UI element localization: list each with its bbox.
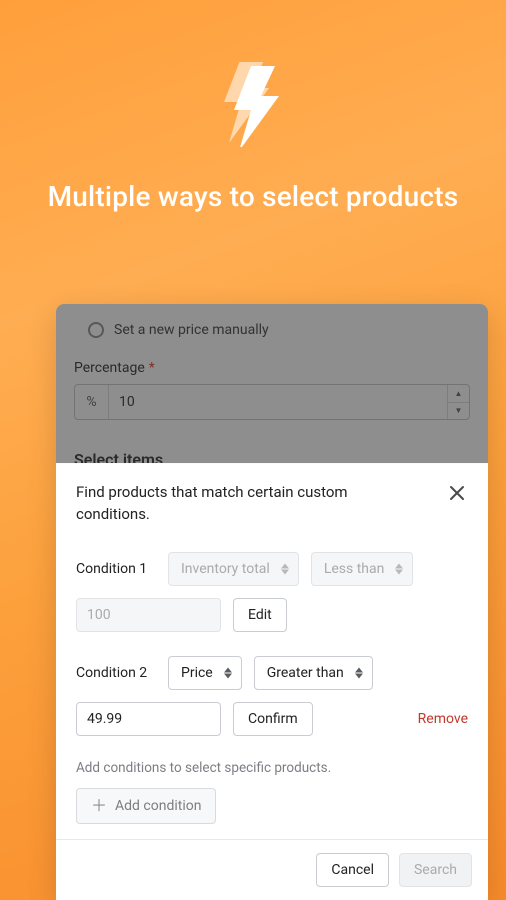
condition-2-operator-select[interactable]: Greater than <box>254 656 373 690</box>
condition-2-label: Condition 2 <box>76 665 156 681</box>
condition-2-confirm-button[interactable]: Confirm <box>233 702 313 736</box>
hero-lightning-icon <box>20 62 486 147</box>
conditions-modal: Find products that match certain custom … <box>56 463 488 900</box>
condition-2-field-select[interactable]: Price <box>168 656 242 690</box>
select-caret-icon <box>395 563 403 574</box>
hero-title: Multiple ways to select products <box>20 179 486 215</box>
modal-title: Find products that match certain custom … <box>76 482 390 526</box>
condition-1-field-select: Inventory total <box>168 552 299 586</box>
conditions-helper-text: Add conditions to select specific produc… <box>76 760 468 776</box>
condition-1-value: 100 <box>87 607 111 623</box>
cancel-button[interactable]: Cancel <box>316 853 389 887</box>
close-icon <box>448 484 466 502</box>
select-caret-icon <box>224 667 232 678</box>
condition-2-remove-link[interactable]: Remove <box>418 711 468 727</box>
close-button[interactable] <box>446 482 468 508</box>
condition-2-value: 49.99 <box>87 711 122 727</box>
condition-1-operator-value: Less than <box>324 561 385 577</box>
condition-1-value-input: 100 <box>76 598 221 632</box>
condition-2-value-input[interactable]: 49.99 <box>76 702 221 736</box>
select-caret-icon <box>281 563 289 574</box>
search-button[interactable]: Search <box>399 853 472 887</box>
condition-2-field-value: Price <box>181 665 213 681</box>
app-panel: Set a new price manually Percentage * % … <box>56 304 488 900</box>
add-condition-button[interactable]: ＋ Add condition <box>76 788 216 824</box>
condition-1-field-value: Inventory total <box>181 561 270 577</box>
condition-1-label: Condition 1 <box>76 561 156 577</box>
condition-1-operator-select: Less than <box>311 552 414 586</box>
select-caret-icon <box>355 667 363 678</box>
plus-icon: ＋ <box>91 798 107 814</box>
condition-1-edit-button[interactable]: Edit <box>233 598 287 632</box>
condition-2-operator-value: Greater than <box>267 665 344 681</box>
add-condition-label: Add condition <box>115 798 201 814</box>
